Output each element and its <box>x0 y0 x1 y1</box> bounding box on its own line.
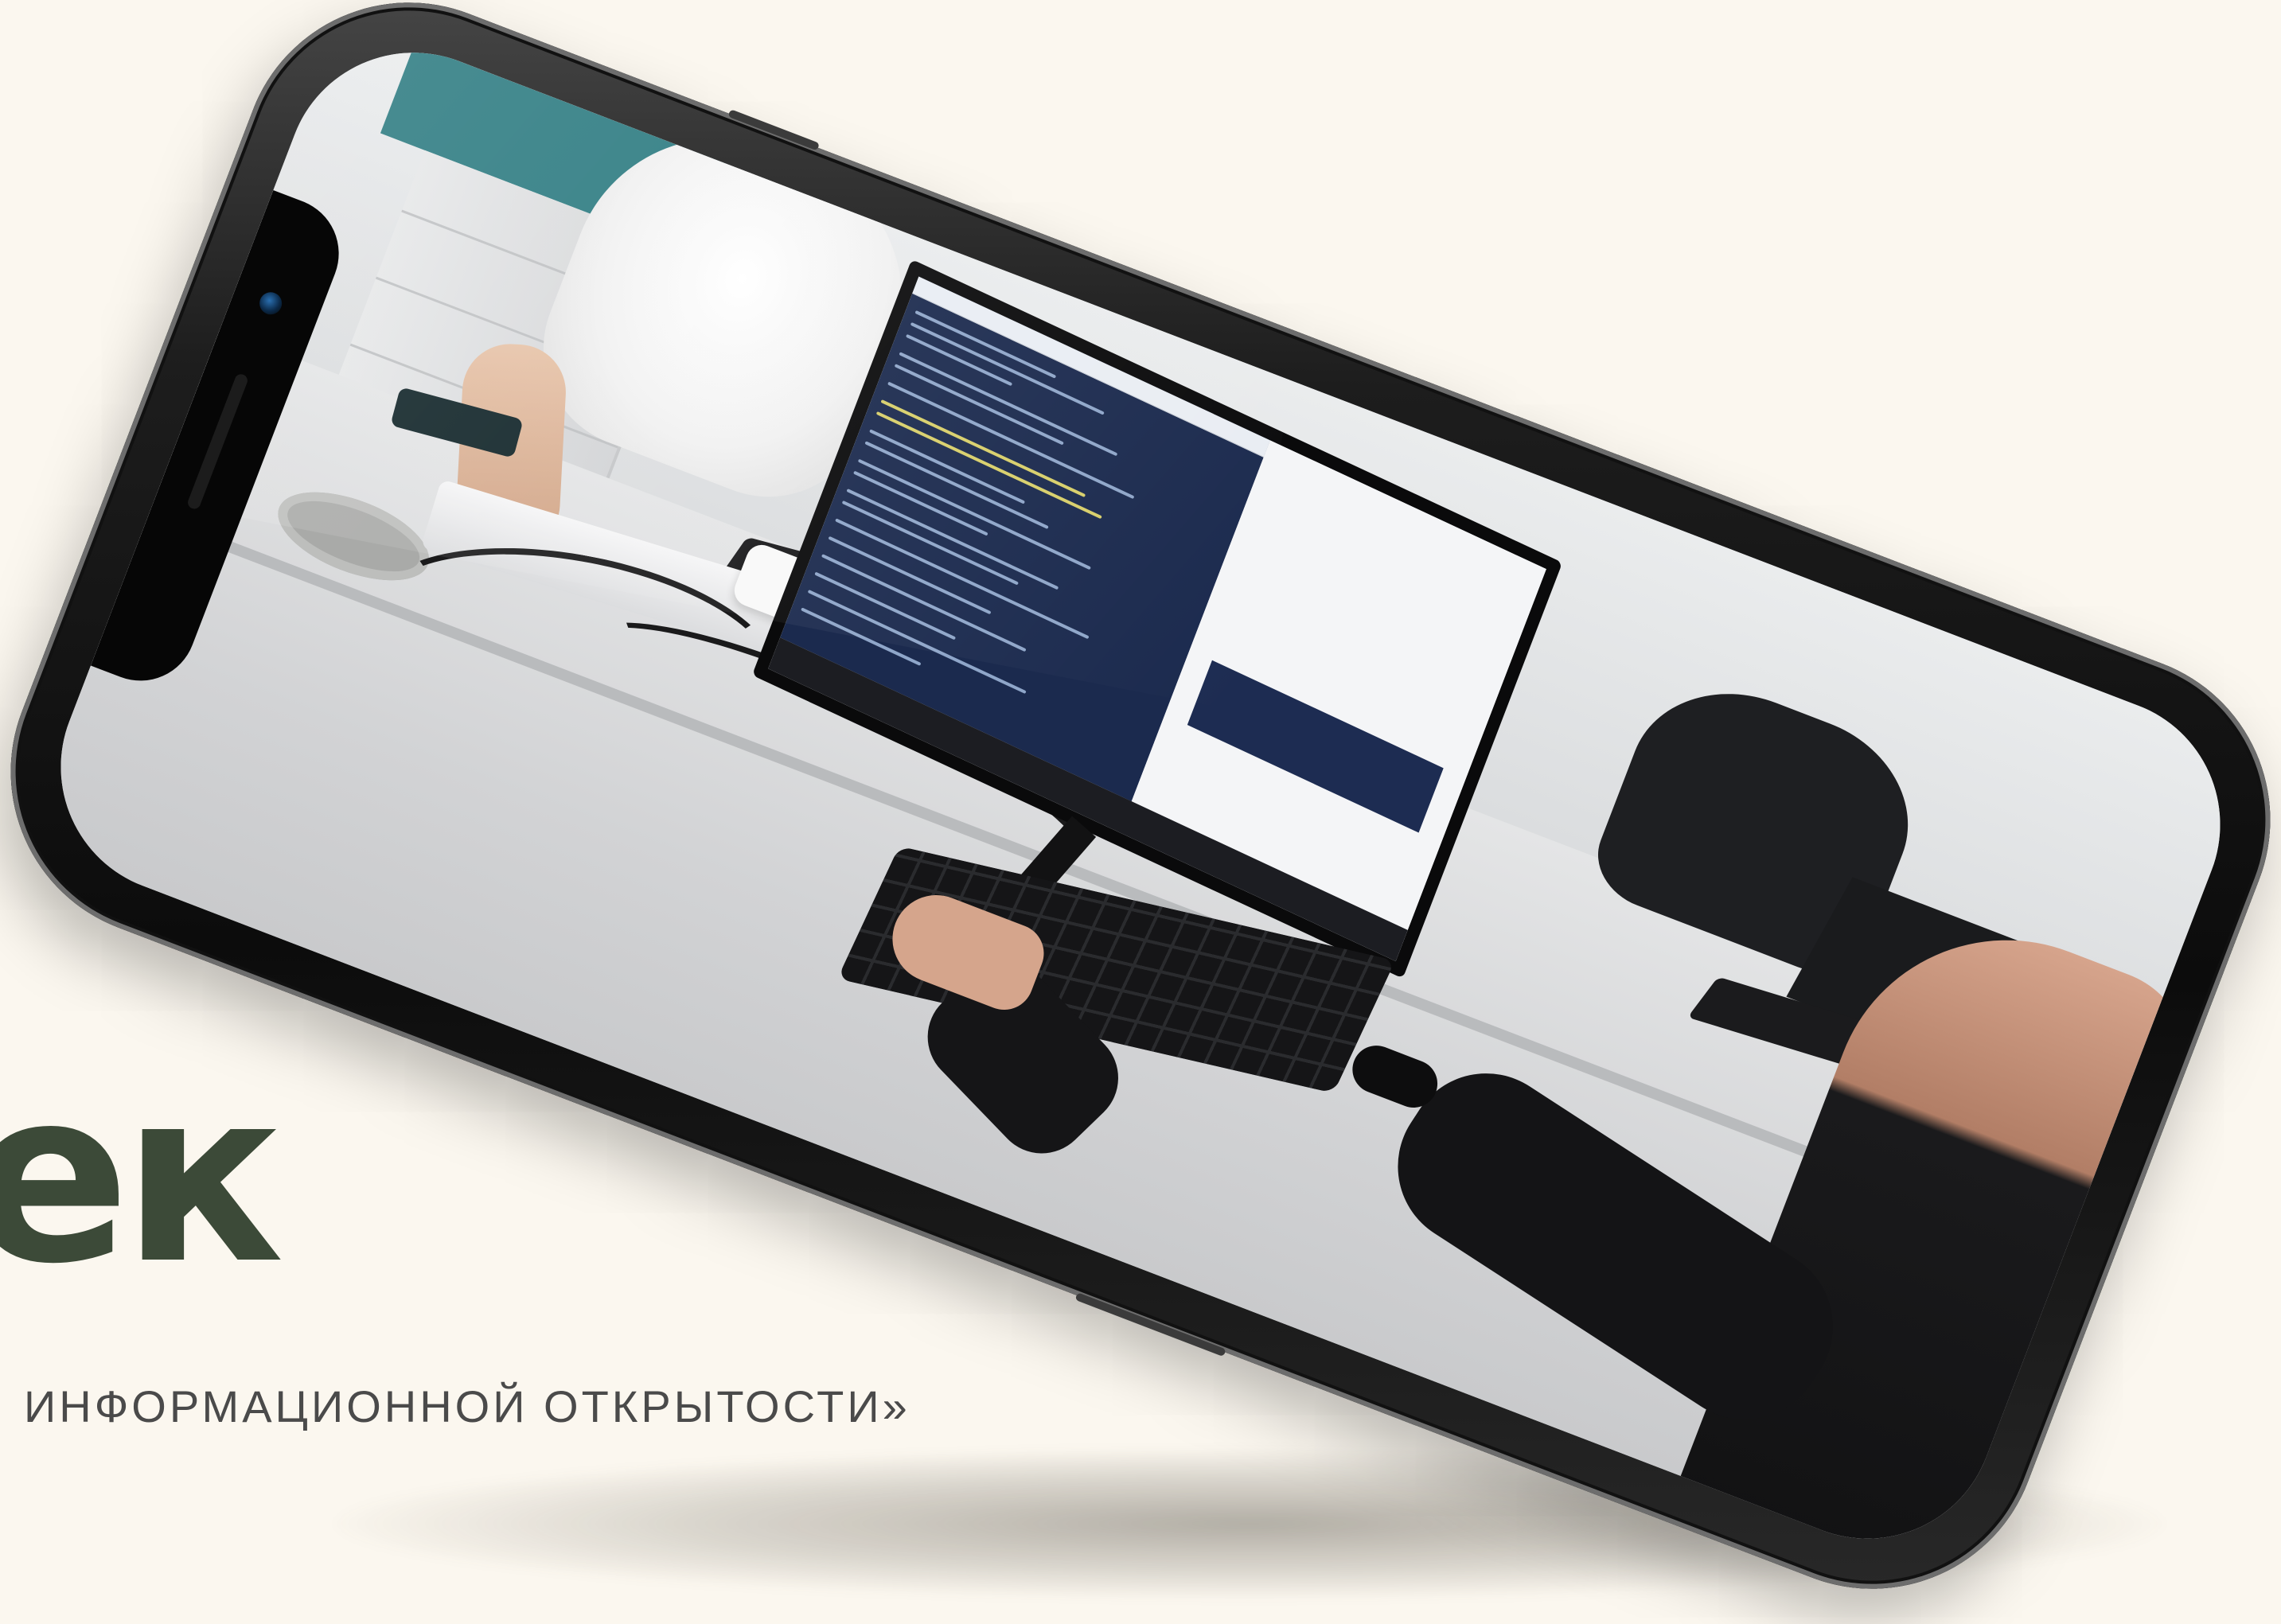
classroom-photo <box>23 15 2258 1576</box>
speaker-grille-icon <box>185 372 250 511</box>
phone-volume-button <box>727 109 821 151</box>
hero-subtitle: ИНФОРМАЦИОННОЙ ОТКРЫТОСТИ» <box>24 1381 910 1431</box>
side-window-console <box>1187 660 1445 833</box>
hero-heading-fragment: ек <box>0 1038 284 1316</box>
phone-screen <box>23 15 2258 1576</box>
phone-power-button <box>1074 1292 1226 1357</box>
page: ек ИНФОРМАЦИОННОЙ ОТКРЫТОСТИ» <box>0 0 2281 1624</box>
front-camera-icon <box>256 289 286 318</box>
